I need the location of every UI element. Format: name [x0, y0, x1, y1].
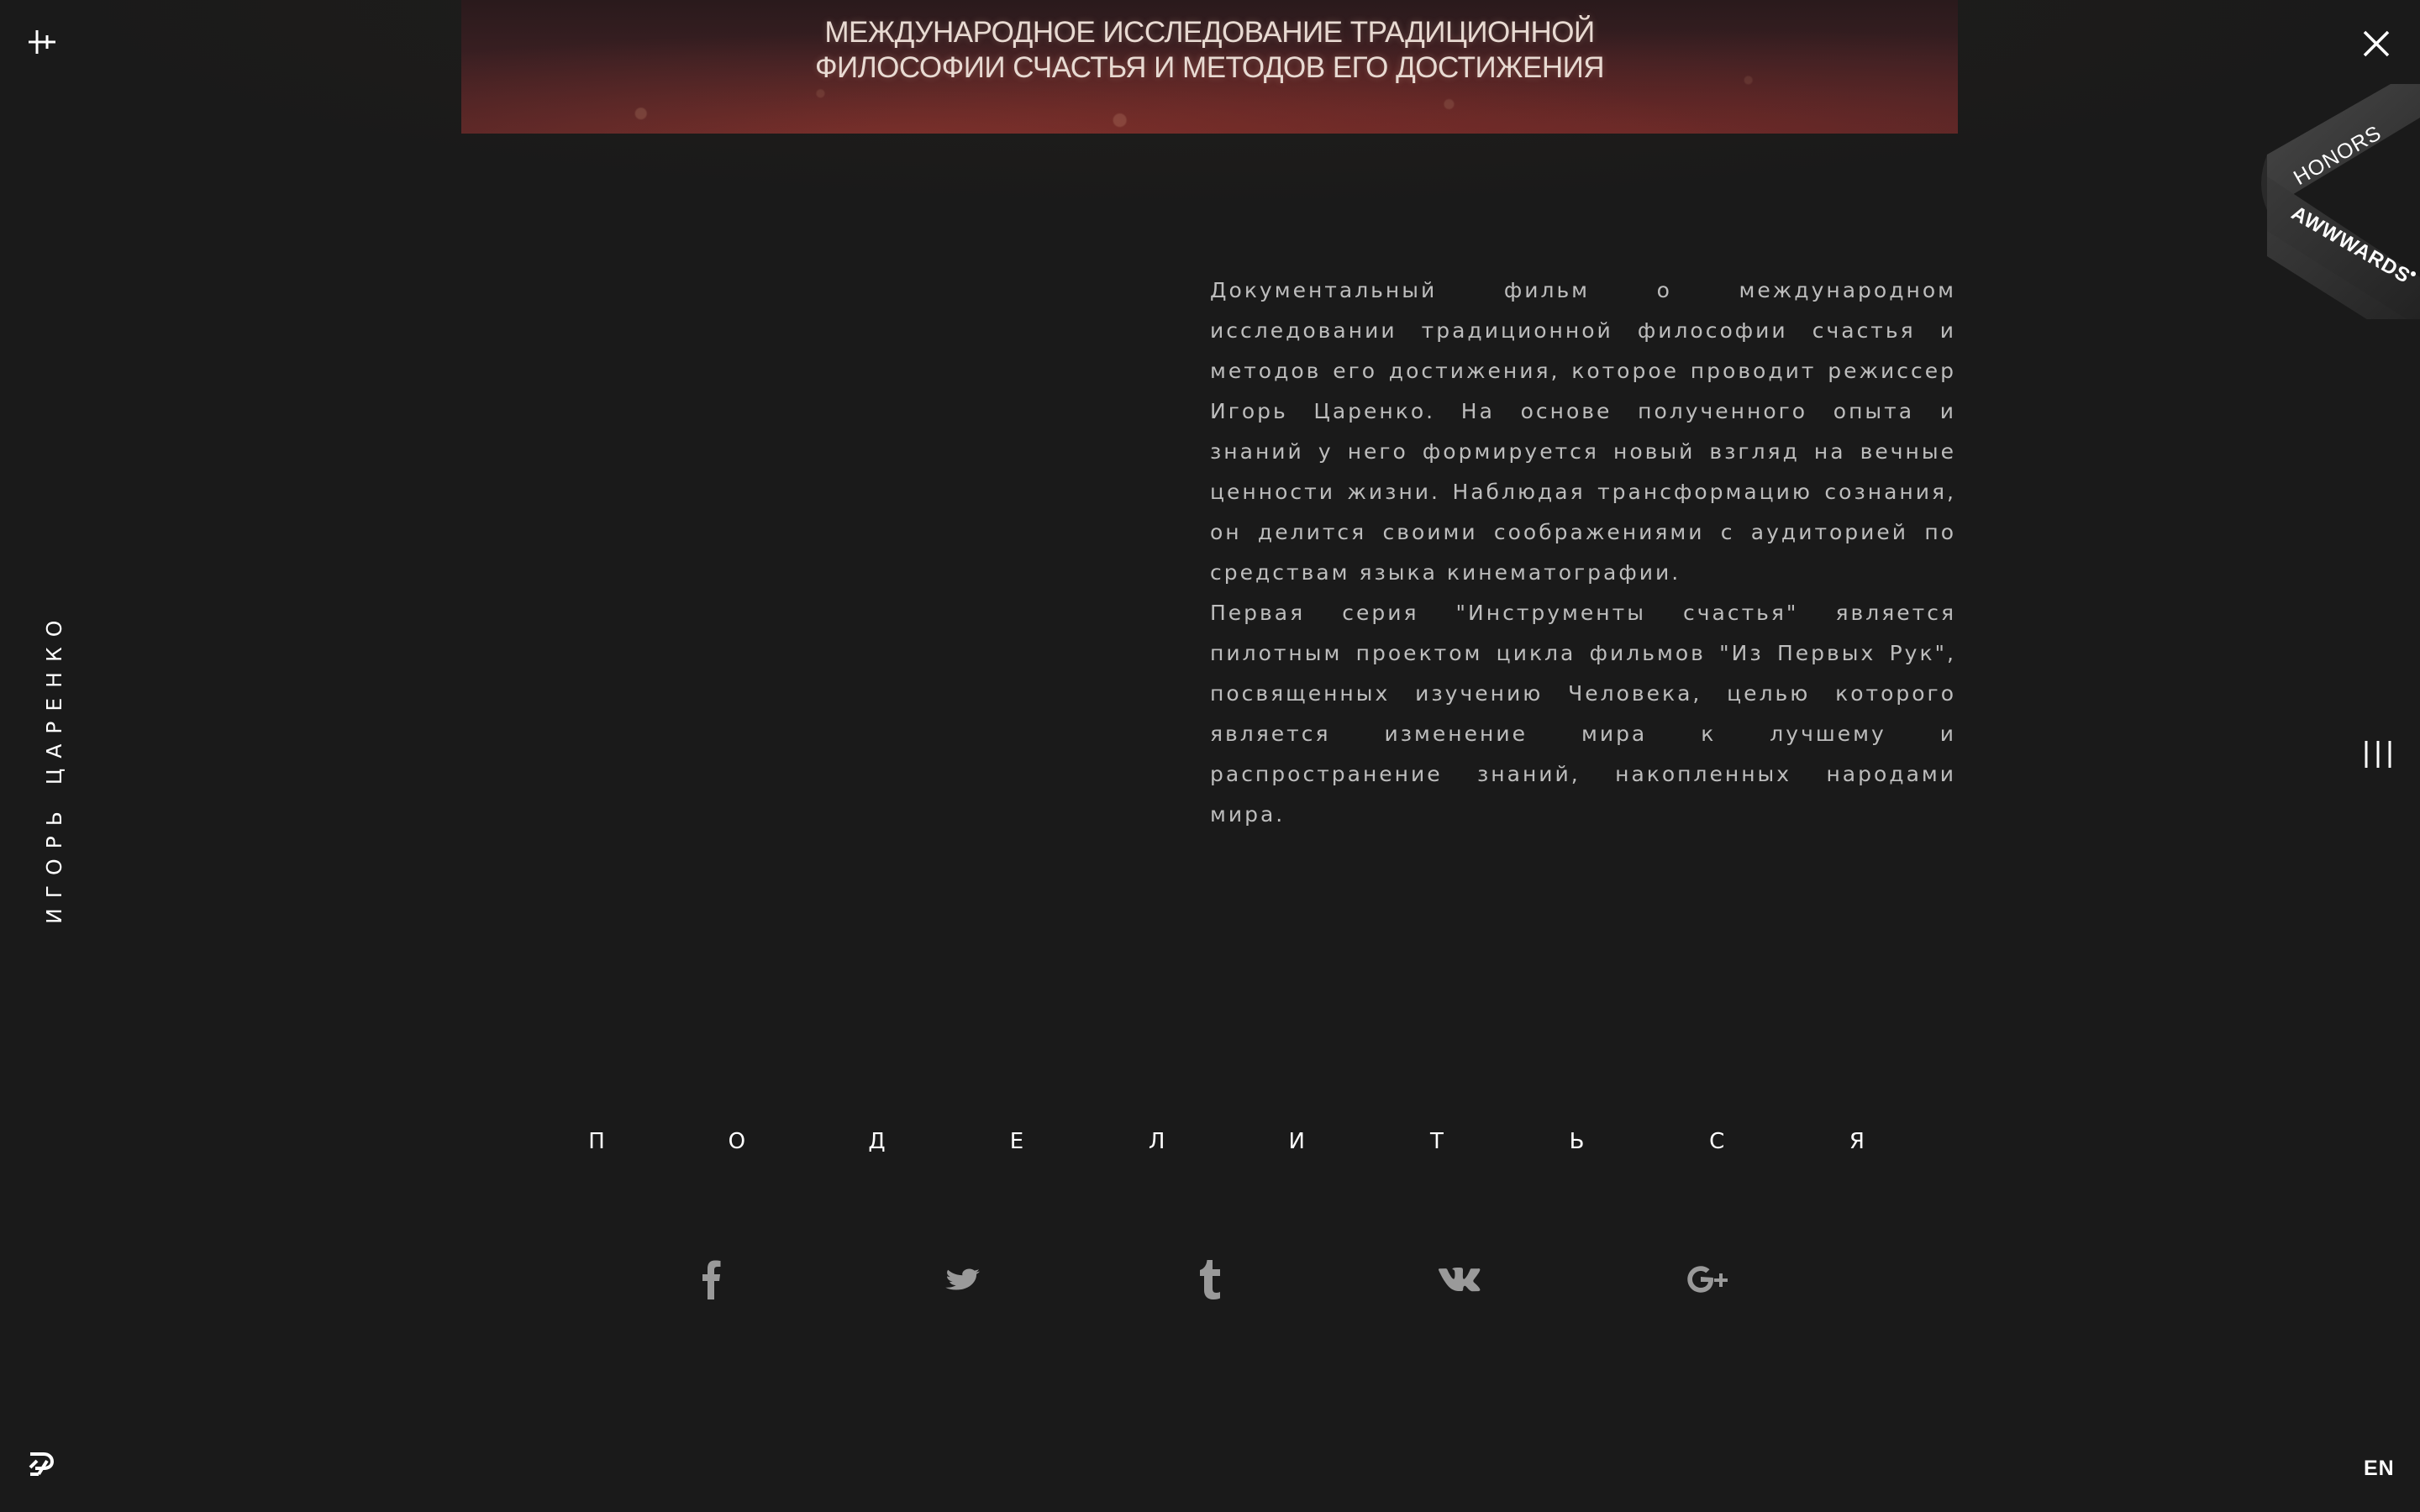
share-letter: Е — [1009, 1129, 1024, 1154]
share-letter: О — [728, 1129, 746, 1154]
author-name-vertical[interactable]: ИГОРЬ ЦАРЕНКО — [42, 611, 66, 924]
awwwards-honors-ribbon[interactable]: HONORS AWWWARDS — [2260, 67, 2420, 353]
twitter-icon[interactable] — [943, 1256, 983, 1303]
share-letter: Л — [1148, 1129, 1165, 1154]
share-letter: И — [1288, 1129, 1305, 1154]
vk-icon[interactable] — [1437, 1256, 1482, 1303]
banner-title-line-1: МЕЖДУНАРОДНОЕ ИССЛЕДОВАНИЕ ТРАДИЦИОННОЙ — [824, 16, 1595, 49]
share-letter: Т — [1429, 1129, 1444, 1154]
share-letter: Я — [1849, 1129, 1865, 1154]
language-switch[interactable]: EN — [2364, 1457, 2395, 1481]
banner-title-line-2: ФИЛОСОФИИ СЧАСТЬЯ И МЕТОДОВ ЕГО ДОСТИЖЕН… — [814, 51, 1605, 84]
description-paragraph-2: Первая серия "Инструменты счастья" являе… — [1210, 601, 1956, 827]
share-letter: Ь — [1569, 1129, 1585, 1154]
share-letter: С — [1709, 1129, 1725, 1154]
share-icons — [0, 1256, 2420, 1303]
page: МЕЖДУНАРОДНОЕ ИССЛЕДОВАНИЕ ТРАДИЦИОННОЙ … — [0, 0, 2420, 1512]
share-letter: Д — [868, 1129, 886, 1154]
google-plus-icon[interactable] — [1686, 1256, 1731, 1303]
description-paragraph-1: Документальный фильм о международном исс… — [1210, 278, 1956, 585]
film-description: Документальный фильм о международном исс… — [1210, 270, 1956, 835]
tumblr-icon[interactable] — [1195, 1256, 1225, 1303]
logo-icon[interactable] — [27, 1449, 57, 1479]
facebook-icon[interactable] — [694, 1256, 728, 1303]
close-icon[interactable] — [2358, 25, 2395, 62]
banner-title: МЕЖДУНАРОДНОЕ ИССЛЕДОВАНИЕ ТРАДИЦИОННОЙ … — [461, 15, 1958, 86]
share-title: П О Д Е Л И Т Ь С Я — [588, 1129, 1865, 1154]
film-banner: МЕЖДУНАРОДНОЕ ИССЛЕДОВАНИЕ ТРАДИЦИОННОЙ … — [461, 0, 1958, 134]
gallery-lines-icon[interactable] — [2361, 739, 2395, 769]
menu-plus-icon[interactable] — [25, 25, 59, 59]
ribbon-dot — [2411, 271, 2416, 276]
share-letter: П — [588, 1129, 605, 1154]
